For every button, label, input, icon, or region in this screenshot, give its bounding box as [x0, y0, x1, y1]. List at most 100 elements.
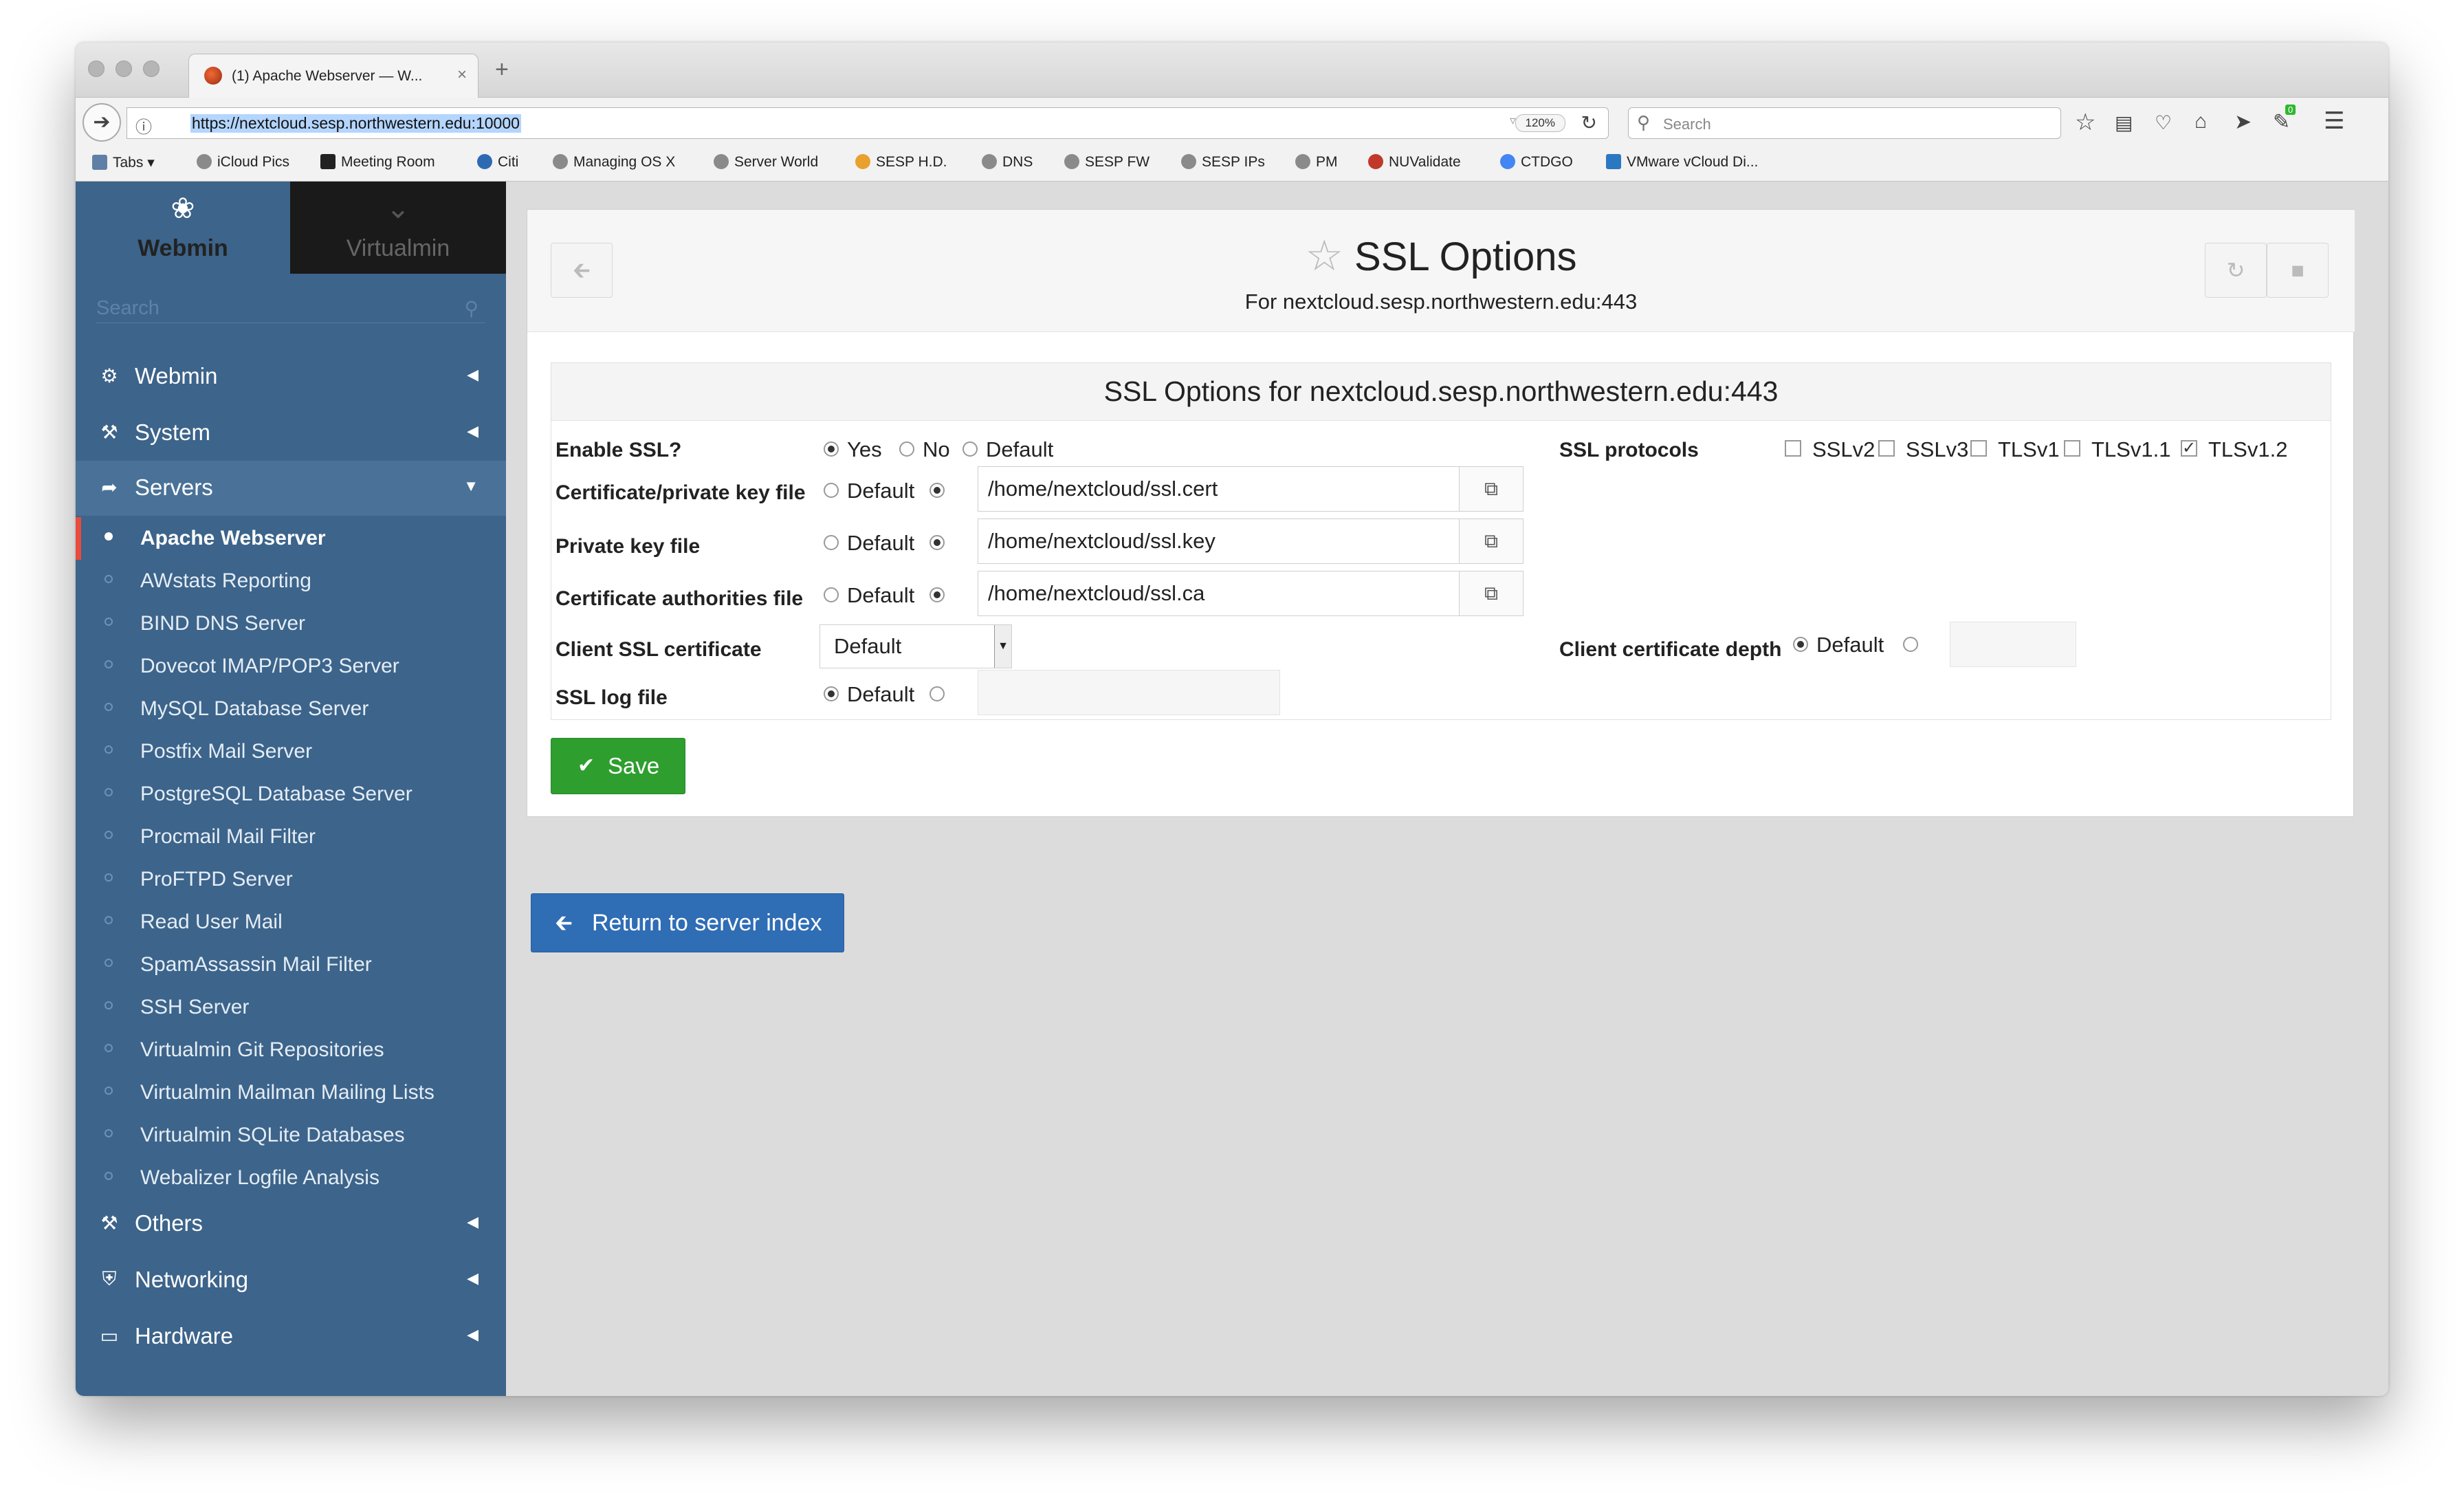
enable-ssl-yes-radio[interactable] — [824, 441, 839, 457]
browser-tab[interactable]: (1) Apache Webserver — W... × — [188, 54, 478, 98]
check-circle-icon: ✔ — [578, 754, 595, 777]
key-file-input[interactable]: /home/nextcloud/ssl.key — [978, 519, 1460, 564]
save-button[interactable]: ✔ Save — [551, 738, 685, 794]
sidebar-item-postfix[interactable]: Postfix Mail Server — [76, 730, 506, 773]
bookmark-item[interactable]: DNS — [982, 154, 1033, 171]
cert-file-custom-radio[interactable] — [930, 483, 945, 498]
client-ssl-cert-select[interactable]: Default ▼ — [820, 624, 1012, 668]
tlsv1-2-checkbox[interactable]: ✓ — [2181, 440, 2197, 457]
sidebar-item-label: SpamAssassin Mail Filter — [140, 953, 372, 976]
cert-file-chooser-button[interactable]: ⧉ — [1459, 466, 1524, 512]
bookmark-item[interactable]: Tabs ▾ — [92, 154, 155, 171]
extension-badge: 0 — [2285, 105, 2296, 115]
sslv3-checkbox[interactable] — [1878, 440, 1895, 457]
tlsv1-checkbox[interactable] — [1970, 440, 1987, 457]
cert-file-input[interactable]: /home/nextcloud/ssl.cert — [978, 466, 1460, 512]
sidebar-item-mailman[interactable]: Virtualmin Mailman Mailing Lists — [76, 1071, 506, 1114]
menu-icon[interactable]: ☰ — [2324, 107, 2344, 135]
tlsv1-1-checkbox[interactable] — [2064, 440, 2080, 457]
tab-virtualmin[interactable]: ⌄ Virtualmin — [290, 182, 506, 274]
sidebar-section-webmin[interactable]: ⚙ Webmin ◀ — [76, 349, 506, 404]
sidebar-item-procmail[interactable]: Procmail Mail Filter — [76, 816, 506, 858]
sidebar-item-ssh-server[interactable]: SSH Server — [76, 986, 506, 1029]
sidebar-section-system[interactable]: ⚒ System ◀ — [76, 406, 506, 461]
extension-icon[interactable]: ✎ 0 — [2273, 105, 2296, 134]
bookmark-item[interactable]: VMware vCloud Di... — [1606, 154, 1758, 171]
bookmark-item[interactable]: Citi — [477, 154, 518, 171]
bookmark-item[interactable]: Managing OS X — [553, 154, 675, 171]
sidebar-item-awstats[interactable]: AWstats Reporting — [76, 560, 506, 602]
bookmark-item[interactable]: SESP FW — [1064, 154, 1150, 171]
sidebar-item-webalizer[interactable]: Webalizer Logfile Analysis — [76, 1157, 506, 1199]
bookmark-item[interactable]: PM — [1295, 154, 1338, 171]
refresh-button[interactable]: ↻ — [2205, 243, 2267, 298]
url-text[interactable]: https://nextcloud.sesp.northwestern.edu:… — [190, 114, 521, 133]
sidebar-item-postgresql[interactable]: PostgreSQL Database Server — [76, 773, 506, 816]
browser-search-input[interactable]: ⚲ Search — [1628, 107, 2061, 139]
back-button[interactable]: ➔ — [82, 103, 121, 142]
bookmark-item[interactable]: Meeting Room — [320, 154, 435, 171]
return-to-server-index-button[interactable]: 🡰 Return to server index — [531, 893, 844, 952]
log-file-custom-radio[interactable] — [930, 686, 945, 701]
sidebar-item-dovecot[interactable]: Dovecot IMAP/POP3 Server — [76, 645, 506, 688]
chevron-down-icon: ⌄ — [386, 192, 410, 224]
enable-ssl-no-radio[interactable] — [899, 441, 914, 457]
sidebar-item-apache-webserver[interactable]: Apache Webserver — [76, 517, 506, 560]
bookmark-item[interactable]: CTDGO — [1500, 154, 1573, 171]
sidebar-section-others[interactable]: ⚒ Others ◀ — [76, 1197, 506, 1252]
bookmark-item[interactable]: SESP IPs — [1181, 154, 1265, 171]
key-file-custom-radio[interactable] — [930, 535, 945, 550]
log-file-default-radio[interactable] — [824, 686, 839, 701]
pocket-icon[interactable]: ♡ — [2155, 111, 2172, 134]
ca-file-custom-radio[interactable] — [930, 587, 945, 602]
favorite-star-icon[interactable]: ☆ — [1305, 232, 1343, 280]
enable-ssl-default-radio[interactable] — [962, 441, 978, 457]
return-button-label: Return to server index — [592, 910, 822, 936]
sslv2-checkbox[interactable] — [1785, 440, 1801, 457]
module-config-button[interactable]: ■ — [2267, 243, 2329, 298]
main-content: 🡰 ☆ SSL Options For nextcloud.sesp.northw… — [506, 182, 2388, 1396]
zoom-level[interactable]: 120% — [1515, 114, 1565, 132]
sidebar-section-networking[interactable]: ⛨ Networking ◀ — [76, 1253, 506, 1308]
site-info-icon[interactable]: ⓘ — [135, 113, 152, 138]
reload-icon[interactable]: ↻ — [1581, 111, 1597, 134]
send-icon[interactable]: ➤ — [2234, 110, 2252, 134]
cert-file-default-radio[interactable] — [824, 483, 839, 498]
search-icon: ⚲ — [464, 298, 478, 319]
sidebar-item-git-repositories[interactable]: Virtualmin Git Repositories — [76, 1029, 506, 1071]
bookmark-star-icon[interactable]: ☆ — [2075, 109, 2096, 136]
tab-webmin[interactable]: ❀ Webmin — [76, 182, 290, 274]
sidebar-item-bind-dns[interactable]: BIND DNS Server — [76, 602, 506, 645]
sidebar-section-hardware[interactable]: ▭ Hardware ◀ — [76, 1309, 506, 1364]
bookmark-item[interactable]: iCloud Pics — [197, 154, 289, 171]
bookmark-icon — [320, 154, 336, 169]
bookmark-item[interactable]: NUValidate — [1368, 154, 1461, 171]
sidebar-search-input[interactable]: Search ⚲ — [96, 294, 485, 323]
key-file-chooser-button[interactable]: ⧉ — [1459, 519, 1524, 564]
sidebar-item-read-user-mail[interactable]: Read User Mail — [76, 901, 506, 943]
close-window-button[interactable] — [88, 61, 104, 77]
minimize-window-button[interactable] — [116, 61, 132, 77]
tab-close-button[interactable]: × — [457, 65, 467, 85]
url-bar[interactable]: ⓘ https://nextcloud.sesp.northwestern.ed… — [126, 107, 1609, 139]
key-file-default-radio[interactable] — [824, 535, 839, 550]
zoom-window-button[interactable] — [143, 61, 160, 77]
ca-file-default-radio[interactable] — [824, 587, 839, 602]
reading-list-icon[interactable]: ▤ — [2115, 111, 2133, 134]
log-file-input[interactable] — [978, 670, 1280, 715]
sidebar-item-spamassassin[interactable]: SpamAssassin Mail Filter — [76, 943, 506, 986]
client-depth-input[interactable] — [1950, 622, 2076, 667]
sidebar-item-mysql[interactable]: MySQL Database Server — [76, 688, 506, 730]
tab-title: (1) Apache Webserver — W... — [232, 68, 423, 84]
ca-file-input[interactable]: /home/nextcloud/ssl.ca — [978, 571, 1460, 616]
ca-file-chooser-button[interactable]: ⧉ — [1459, 571, 1524, 616]
home-icon[interactable]: ⌂ — [2194, 110, 2207, 133]
bookmark-item[interactable]: SESP H.D. — [855, 154, 947, 171]
sidebar-section-servers[interactable]: ➦ Servers ▼ — [76, 461, 506, 516]
client-depth-custom-radio[interactable] — [1903, 637, 1918, 652]
bookmark-item[interactable]: Server World — [714, 154, 818, 171]
sidebar-item-proftpd[interactable]: ProFTPD Server — [76, 858, 506, 901]
client-depth-default-radio[interactable] — [1793, 637, 1808, 652]
new-tab-button[interactable]: + — [495, 56, 509, 83]
sidebar-item-sqlite[interactable]: Virtualmin SQLite Databases — [76, 1114, 506, 1157]
